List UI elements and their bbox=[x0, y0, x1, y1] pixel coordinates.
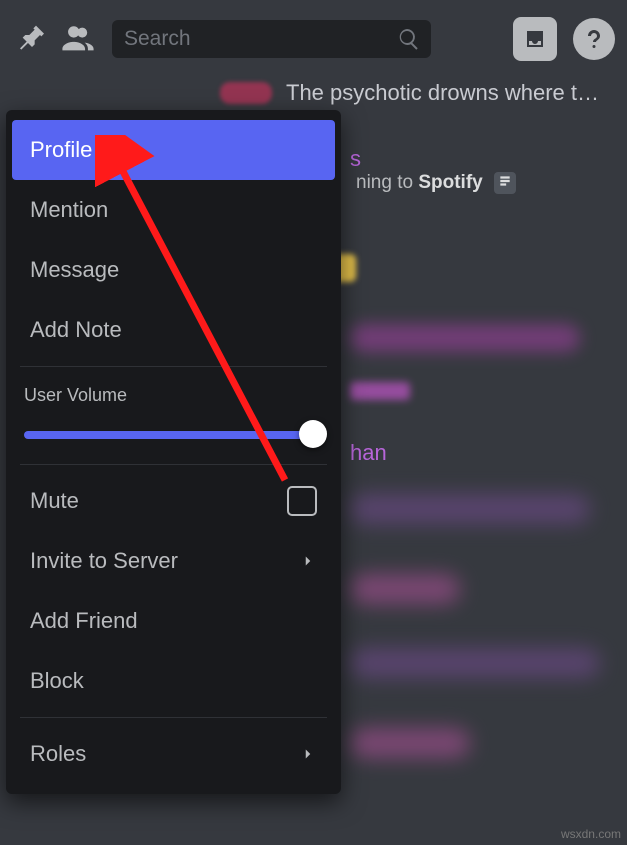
message-text: The psychotic drowns where t… bbox=[286, 80, 599, 106]
slider-track bbox=[24, 431, 323, 439]
menu-message[interactable]: Message bbox=[12, 240, 335, 300]
blurred-content bbox=[350, 494, 590, 524]
separator bbox=[20, 464, 327, 465]
user-context-menu: Profile Mention Message Add Note User Vo… bbox=[6, 110, 341, 794]
mute-checkbox[interactable] bbox=[287, 486, 317, 516]
menu-profile[interactable]: Profile bbox=[12, 120, 335, 180]
menu-add-note[interactable]: Add Note bbox=[12, 300, 335, 360]
user-volume-label: User Volume bbox=[6, 373, 341, 412]
menu-add-friend[interactable]: Add Friend bbox=[12, 591, 335, 651]
menu-mention[interactable]: Mention bbox=[12, 180, 335, 240]
blurred-content bbox=[350, 324, 580, 352]
chevron-right-icon bbox=[299, 552, 317, 570]
help-icon[interactable] bbox=[573, 18, 615, 60]
chevron-right-icon bbox=[299, 745, 317, 763]
blurred-content bbox=[350, 728, 470, 758]
menu-roles[interactable]: Roles bbox=[12, 724, 335, 784]
user-volume-slider[interactable] bbox=[24, 422, 323, 446]
username[interactable]: han bbox=[350, 440, 627, 466]
watermark: wsxdn.com bbox=[561, 827, 621, 841]
search-icon bbox=[397, 27, 421, 51]
search-box[interactable] bbox=[112, 20, 431, 58]
blurred-content bbox=[350, 574, 460, 604]
username[interactable]: s bbox=[350, 146, 361, 171]
rich-presence-icon bbox=[494, 172, 516, 194]
inbox-icon[interactable] bbox=[513, 17, 557, 61]
members-icon[interactable] bbox=[58, 19, 98, 59]
listening-status: ning to Spotify bbox=[356, 172, 516, 193]
separator bbox=[20, 366, 327, 367]
blurred-content bbox=[350, 382, 410, 400]
menu-invite-to-server[interactable]: Invite to Server bbox=[12, 531, 335, 591]
pin-icon[interactable] bbox=[12, 19, 52, 59]
blurred-content bbox=[350, 648, 600, 678]
topbar bbox=[0, 0, 627, 78]
search-input[interactable] bbox=[122, 26, 397, 52]
avatar-blur bbox=[220, 82, 272, 104]
separator bbox=[20, 717, 327, 718]
slider-thumb[interactable] bbox=[299, 420, 327, 448]
menu-mute[interactable]: Mute bbox=[12, 471, 335, 531]
menu-block[interactable]: Block bbox=[12, 651, 335, 711]
